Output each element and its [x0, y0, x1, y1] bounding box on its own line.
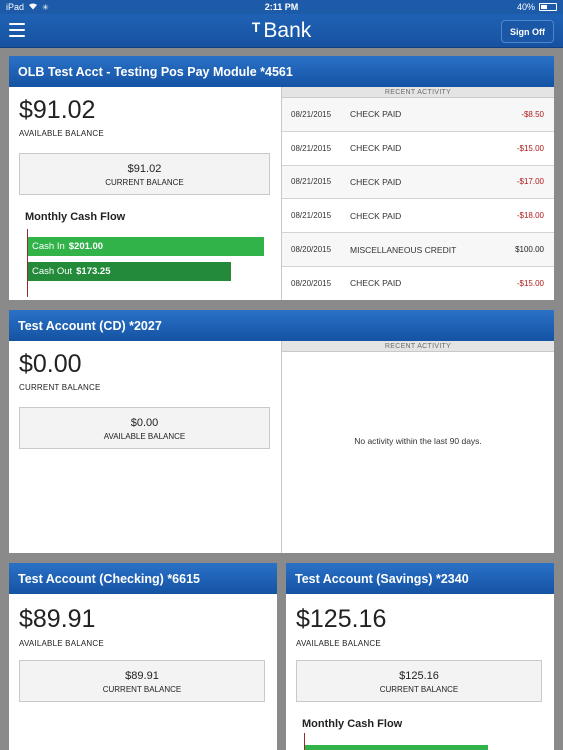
- cash-in-value: $201.00: [68, 241, 104, 252]
- sign-off-button[interactable]: Sign Off: [501, 20, 554, 43]
- current-balance-label: CURRENT BALANCE: [105, 178, 184, 187]
- current-balance-label: CURRENT BALANCE: [379, 685, 459, 694]
- activity-date: 08/21/2015: [291, 177, 332, 187]
- activity-row[interactable]: 08/21/2015 CHECK PAID -$8.50: [282, 98, 554, 132]
- account-title[interactable]: Test Account (Checking) *6615: [9, 563, 277, 594]
- recent-activity-header: RECENT ACTIVITY: [282, 87, 554, 98]
- cash-flow-title: Monthly Cash Flow: [25, 211, 126, 223]
- recent-activity-panel: RECENT ACTIVITY 08/21/2015 CHECK PAID -$8.…: [281, 87, 554, 300]
- cash-out-value: $173.25: [76, 266, 111, 277]
- activity-amount: -$17.00: [516, 177, 544, 187]
- account-title[interactable]: Test Account (CD) *2027: [9, 310, 554, 341]
- current-balance-amount: $91.02: [127, 163, 162, 175]
- activity-date: 08/21/2015: [291, 143, 332, 153]
- cash-in-label: Cash In: [32, 241, 65, 252]
- activity-amount: -$15.00: [516, 278, 544, 288]
- current-balance-box: $89.91 CURRENT BALANCE: [19, 660, 265, 702]
- current-balance-amount: $89.91: [125, 670, 159, 682]
- cash-in-bar: [305, 745, 488, 750]
- current-balance-amount: $125.16: [399, 670, 439, 682]
- activity-description: CHECK PAID: [350, 210, 402, 221]
- activity-description: CHECK PAID: [350, 109, 402, 120]
- activity-date: 08/21/2015: [291, 211, 332, 221]
- available-balance-amount: $125.16: [296, 605, 387, 633]
- cash-in-bar: Cash In $201.00: [28, 237, 264, 256]
- account-title[interactable]: Test Account (Savings) *2340: [286, 563, 554, 594]
- current-balance-label: CURRENT BALANCE: [19, 383, 101, 392]
- battery-icon: [539, 3, 557, 11]
- recent-activity-panel: RECENT ACTIVITY No activity within the l…: [281, 341, 554, 553]
- available-balance-amount: $0.00: [130, 417, 159, 429]
- cash-out-bar: Cash Out $173.25: [28, 262, 232, 281]
- account-card-4561[interactable]: OLB Test Acct - Testing Pos Pay Module *…: [9, 56, 554, 300]
- available-balance-label: AVAILABLE BALANCE: [19, 129, 104, 138]
- cash-flow-title: Monthly Cash Flow: [302, 718, 403, 730]
- logo-text: Bank: [263, 19, 312, 42]
- activity-date: 08/20/2015: [291, 245, 332, 255]
- bank-logo: ᵀ Bank: [0, 19, 563, 43]
- available-balance-box: $0.00 AVAILABLE BALANCE: [19, 407, 270, 449]
- activity-amount: -$8.50: [521, 109, 544, 119]
- activity-row[interactable]: 08/21/2015 CHECK PAID -$18.00: [282, 199, 554, 234]
- no-activity-message: No activity within the last 90 days.: [354, 436, 482, 446]
- activity-amount: -$18.00: [516, 211, 544, 221]
- activity-row[interactable]: 08/20/2015 MISCELLANEOUS CREDIT $100.00: [282, 233, 554, 267]
- available-balance-label: AVAILABLE BALANCE: [296, 639, 381, 648]
- activity-date: 08/21/2015: [291, 109, 332, 119]
- activity-description: CHECK PAID: [350, 143, 402, 154]
- current-balance-box: $125.16 CURRENT BALANCE: [296, 660, 542, 702]
- battery-percent: 40%: [516, 2, 535, 12]
- cash-out-label: Cash Out: [32, 266, 73, 277]
- available-balance-label: AVAILABLE BALANCE: [19, 639, 104, 648]
- activity-spinner-icon: ✳: [42, 2, 49, 12]
- account-title[interactable]: OLB Test Acct - Testing Pos Pay Module *…: [9, 56, 554, 87]
- activity-description: MISCELLANEOUS CREDIT: [350, 244, 457, 255]
- status-bar: iPad ✳ 2:11 PM 40%: [0, 0, 563, 14]
- current-balance-amount: $0.00: [19, 350, 82, 378]
- recent-activity-header: RECENT ACTIVITY: [282, 341, 554, 352]
- current-balance-box: $91.02 CURRENT BALANCE: [19, 153, 270, 195]
- activity-amount: $100.00: [515, 245, 544, 255]
- account-card-2027[interactable]: Test Account (CD) *2027 $0.00 CURRENT BA…: [9, 310, 554, 553]
- available-balance-label: AVAILABLE BALANCE: [103, 432, 186, 441]
- activity-row[interactable]: 08/20/2015 CHECK PAID -$15.00: [282, 267, 554, 300]
- available-balance-amount: $91.02: [19, 96, 96, 124]
- activity-date: 08/20/2015: [291, 278, 332, 288]
- activity-row[interactable]: 08/21/2015 CHECK PAID -$15.00: [282, 132, 554, 166]
- available-balance-amount: $89.91: [19, 605, 96, 633]
- app-header: ᵀ Bank Sign Off: [0, 14, 563, 48]
- account-card-2340[interactable]: Test Account (Savings) *2340 $125.16 AVA…: [286, 563, 554, 750]
- account-card-6615[interactable]: Test Account (Checking) *6615 $89.91 AVA…: [9, 563, 277, 750]
- current-balance-label: CURRENT BALANCE: [102, 685, 182, 694]
- activity-description: CHECK PAID: [350, 176, 402, 187]
- device-label: iPad: [6, 2, 25, 12]
- activity-amount: -$15.00: [516, 143, 544, 153]
- status-time: 2:11 PM: [264, 2, 299, 12]
- activity-description: CHECK PAID: [350, 278, 402, 289]
- logo-mark: ᵀ: [251, 19, 261, 42]
- wifi-icon: [28, 2, 38, 12]
- activity-row[interactable]: 08/21/2015 CHECK PAID -$17.00: [282, 165, 554, 200]
